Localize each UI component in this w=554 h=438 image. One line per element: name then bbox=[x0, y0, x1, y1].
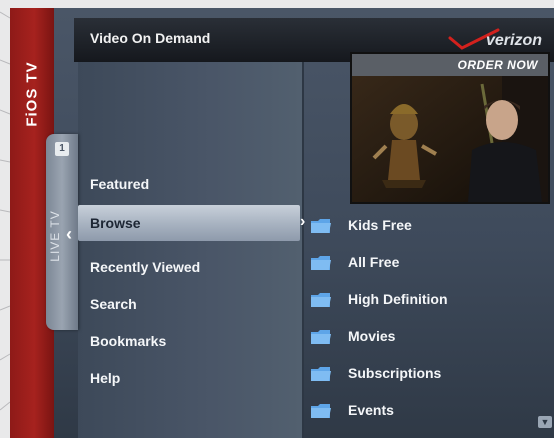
category-events[interactable]: Events bbox=[310, 396, 540, 426]
tv-screen: FiOS TV 1 LIVE TV ‹ Video On Demand veri… bbox=[10, 8, 554, 438]
category-label: High Definition bbox=[348, 291, 448, 307]
verizon-logo: verizon bbox=[446, 26, 542, 54]
menu-item-recently-viewed[interactable]: Recently Viewed bbox=[90, 259, 200, 275]
menu-item-featured[interactable]: Featured bbox=[90, 176, 149, 192]
menu-item-search[interactable]: Search bbox=[90, 296, 137, 312]
folder-icon bbox=[311, 367, 331, 381]
menu-item-bookmarks[interactable]: Bookmarks bbox=[90, 333, 166, 349]
category-all-free[interactable]: All Free bbox=[310, 248, 540, 278]
category-label: Events bbox=[348, 402, 394, 418]
menu-item-browse-label: Browse bbox=[90, 215, 141, 231]
order-now-banner: ORDER NOW bbox=[457, 58, 538, 72]
scroll-down-icon[interactable]: ▼ bbox=[538, 416, 552, 428]
live-channel-number: 1 bbox=[55, 142, 69, 156]
chevron-right-icon: › bbox=[300, 213, 306, 230]
live-tv-tab[interactable]: 1 LIVE TV ‹ bbox=[46, 134, 78, 330]
verizon-wordmark: verizon bbox=[485, 32, 542, 49]
folder-icon bbox=[311, 219, 331, 233]
category-label: Subscriptions bbox=[348, 365, 442, 381]
live-tv-label: LIVE TV bbox=[48, 210, 62, 262]
category-label: Kids Free bbox=[348, 217, 412, 233]
menu-item-browse[interactable]: Browse bbox=[78, 205, 300, 241]
category-subscriptions[interactable]: Subscriptions bbox=[310, 359, 540, 389]
folder-icon bbox=[311, 330, 331, 344]
folder-icon bbox=[311, 404, 331, 418]
category-high-definition[interactable]: High Definition bbox=[310, 285, 540, 315]
menu-item-help[interactable]: Help bbox=[90, 370, 120, 386]
category-label: All Free bbox=[348, 254, 400, 270]
category-kids-free[interactable]: Kids Free bbox=[310, 211, 540, 241]
preview-image bbox=[352, 54, 548, 202]
panel-divider bbox=[302, 62, 304, 438]
page-title: Video On Demand bbox=[90, 30, 211, 46]
category-label: Movies bbox=[348, 328, 396, 344]
category-movies[interactable]: Movies bbox=[310, 322, 540, 352]
folder-icon bbox=[311, 256, 331, 270]
folder-icon bbox=[311, 293, 331, 307]
chevron-left-icon: ‹ bbox=[66, 224, 72, 244]
fios-tv-logo: FiOS TV bbox=[23, 61, 41, 127]
video-preview[interactable]: ORDER NOW bbox=[350, 52, 550, 204]
